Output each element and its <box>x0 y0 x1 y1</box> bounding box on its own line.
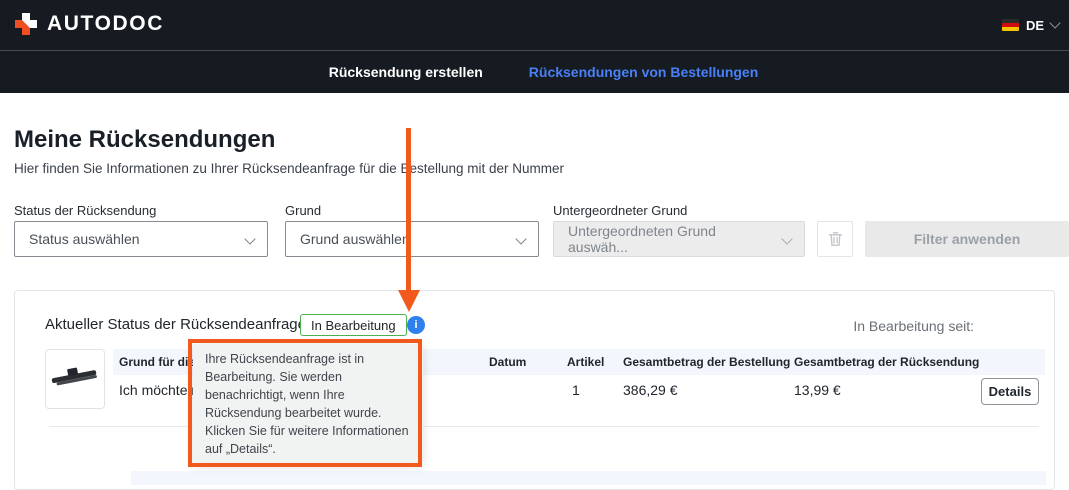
in-progress-since-label: In Bearbeitung seit: <box>853 318 974 334</box>
current-status-label: Aktueller Status der Rücksendeanfrage <box>45 316 306 333</box>
subreason-filter-select[interactable]: Untergeordneten Grund auswäh... <box>553 221 805 257</box>
language-switcher[interactable]: DE <box>1002 0 1059 50</box>
autodoc-logo[interactable]: AUTODOC <box>14 12 164 36</box>
chevron-down-icon <box>515 233 526 244</box>
col-header-return-total: Gesamtbetrag der Rücksendung <box>794 355 979 369</box>
product-thumbnail[interactable] <box>45 349 105 409</box>
subreason-filter-label: Untergeordneter Grund <box>553 203 687 218</box>
subreason-filter-value: Untergeordneten Grund auswäh... <box>568 223 774 255</box>
apply-filter-button[interactable]: Filter anwenden <box>865 221 1069 257</box>
info-icon[interactable]: i <box>407 316 425 334</box>
return-request-card: Aktueller Status der Rücksendeanfrage In… <box>14 290 1055 490</box>
col-header-items: Artikel <box>567 355 604 369</box>
cell-reason: Ich möchte r <box>119 382 196 398</box>
status-badge: In Bearbeitung <box>300 314 407 336</box>
trash-icon <box>828 231 843 247</box>
german-flag-icon <box>1002 19 1019 31</box>
chevron-down-icon <box>244 233 255 244</box>
top-header-bar: AUTODOC DE <box>0 0 1069 50</box>
tooltip-caret <box>407 334 421 344</box>
status-filter-label: Status der Rücksendung <box>14 203 156 218</box>
annotation-arrow-line <box>406 128 411 292</box>
page-title: Meine Rücksendungen <box>14 126 275 154</box>
cell-order-total: 386,29 € <box>623 382 678 398</box>
status-filter-select[interactable]: Status auswählen <box>14 221 268 257</box>
details-button[interactable]: Details <box>981 378 1039 405</box>
cell-items: 1 <box>572 382 580 398</box>
tab-returns-of-orders[interactable]: Rücksendungen von Bestellungen <box>529 64 758 80</box>
tab-create-return[interactable]: Rücksendung erstellen <box>329 64 483 80</box>
chevron-down-icon <box>1049 17 1060 28</box>
page-subtitle: Hier finden Sie Informationen zu Ihrer R… <box>14 161 564 176</box>
next-table-header-row <box>131 471 1046 485</box>
col-header-date: Datum <box>489 355 526 369</box>
col-header-order-total: Gesamtbetrag der Bestellung <box>623 355 790 369</box>
reason-filter-select[interactable]: Grund auswählen <box>285 221 539 257</box>
status-info-tooltip: Ihre Rücksendeanfrage ist in Bearbeitung… <box>193 344 423 464</box>
autodoc-plus-icon <box>14 12 38 36</box>
reason-filter-label: Grund <box>285 203 321 218</box>
status-filter-value: Status auswählen <box>29 231 140 247</box>
wiper-blade-image <box>49 353 101 405</box>
brand-name: AUTODOC <box>47 12 164 36</box>
reason-filter-value: Grund auswählen <box>300 231 410 247</box>
language-code: DE <box>1026 18 1044 33</box>
clear-filters-button[interactable] <box>817 221 853 257</box>
cell-return-total: 13,99 € <box>794 382 841 398</box>
chevron-down-icon <box>781 233 792 244</box>
returns-nav-bar: Rücksendung erstellen Rücksendungen von … <box>0 50 1069 93</box>
